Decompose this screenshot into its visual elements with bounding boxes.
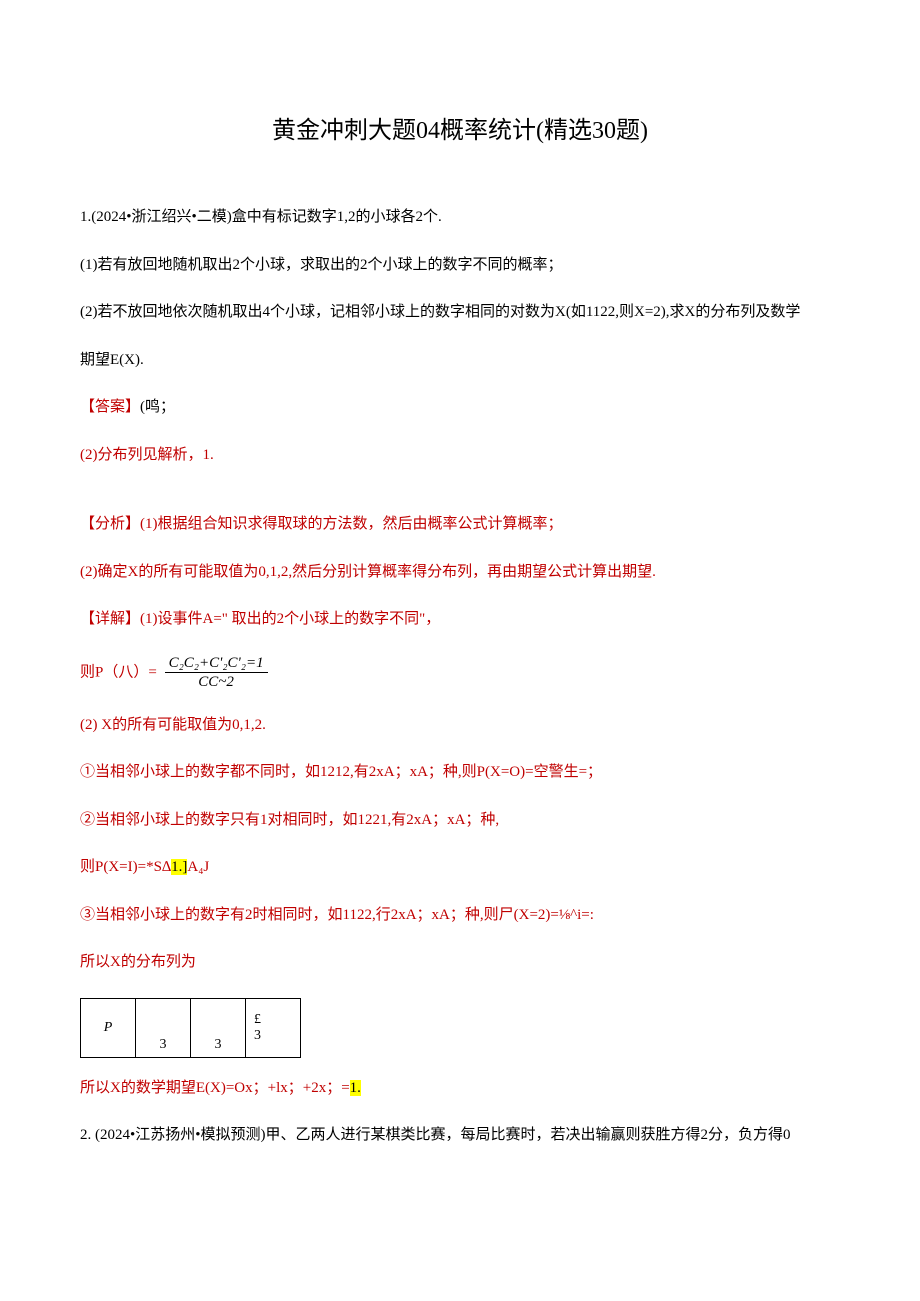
case-2b-highlight: 1.] [171, 859, 187, 875]
distribution-table: P 3 3 £ 3 [80, 998, 301, 1058]
case-2b: 则P(X=I)=*S∆1.]A₄J [80, 855, 840, 881]
case-3: ③当相邻小球上的数字有2时相同时，如1122,行2xA；xA；种,则尸(X=2)… [80, 903, 840, 929]
cell-p-label: P [104, 1020, 113, 1035]
cell-2-val: 3 [215, 1037, 222, 1052]
detail2-text: X的所有可能取值为0,1,2. [101, 717, 266, 733]
detail2-num: (2) [80, 717, 98, 733]
cell-1: 3 [136, 998, 191, 1057]
fraction-numerator: C₂C₂+C'₂C'₂=1 [165, 655, 268, 674]
detail-label: 【详解】 [80, 611, 140, 627]
cell-3: £ 3 [246, 998, 301, 1057]
question2: 2. (2024•江苏扬州•模拟预测)甲、乙两人进行某棋类比赛，每局比赛时，若决… [80, 1123, 840, 1149]
case-2b-b: A₄J [187, 859, 209, 875]
case-2: ②当相邻小球上的数字只有1对相同时，如1221,有2xA；xA；种, [80, 808, 840, 834]
cell-p: P [81, 998, 136, 1057]
detail-1: (1)设事件A=" 取出的2个小球上的数字不同"， [140, 611, 440, 627]
probability-line: 则P（八）= C₂C₂+C'₂C'₂=1 CC~2 [80, 655, 840, 691]
analysis-2: (2)确定X的所有可能取值为0,1,2,然后分别计算概率得分布列，再由期望公式计… [80, 560, 840, 586]
analysis-line1: 【分析】(1)根据组合知识求得取球的方法数，然后由概率公式计算概率； [80, 512, 840, 538]
cell-2: 3 [191, 998, 246, 1057]
analysis-label: 【分析】 [80, 516, 140, 532]
question1-part1: (1)若有放回地随机取出2个小球，求取出的2个小球上的数字不同的概率； [80, 253, 840, 279]
page-title: 黄金冲刺大题04概率统计(精选30题) [80, 110, 840, 145]
question1-part2a: (2)若不放回地依次随机取出4个小球，记相邻小球上的数字相同的对数为X(如112… [80, 300, 840, 326]
fraction-denominator: CC~2 [165, 673, 268, 691]
cell-3-bot: 3 [254, 1028, 261, 1043]
answer-1: (鸣； [140, 399, 175, 415]
detail2-heading: (2) X的所有可能取值为0,1,2. [80, 713, 840, 739]
distribution-title: 所以X的分布列为 [80, 950, 840, 976]
expectation-text: 所以X的数学期望E(X)=Ox；+lx；+2x；= [80, 1080, 350, 1096]
table-row: P 3 3 £ 3 [81, 998, 301, 1057]
case-2b-a: 则P(X=I)=*S∆ [80, 859, 171, 875]
analysis-1: (1)根据组合知识求得取球的方法数，然后由概率公式计算概率； [140, 516, 563, 532]
answer-label: 【答案】 [80, 399, 140, 415]
prob-prefix: 则P（八）= [80, 664, 157, 680]
cell-1-val: 3 [160, 1037, 167, 1052]
answer-line1: 【答案】(鸣； [80, 395, 840, 421]
cell-3-top: £ [254, 1012, 261, 1027]
question1-intro: 1.(2024•浙江绍兴•二模)盒中有标记数字1,2的小球各2个. [80, 205, 840, 231]
expectation-highlight: 1. [350, 1080, 361, 1096]
answer-2: (2)分布列见解析，1. [80, 443, 840, 469]
question1-part2b: 期望E(X). [80, 348, 840, 374]
case-1: ①当相邻小球上的数字都不同时，如1212,有2xA；xA；种,则P(X=O)=空… [80, 760, 840, 786]
fraction: C₂C₂+C'₂C'₂=1 CC~2 [165, 655, 268, 691]
expectation-line: 所以X的数学期望E(X)=Ox；+lx；+2x；=1. [80, 1076, 840, 1102]
detail-line1: 【详解】(1)设事件A=" 取出的2个小球上的数字不同"， [80, 607, 840, 633]
